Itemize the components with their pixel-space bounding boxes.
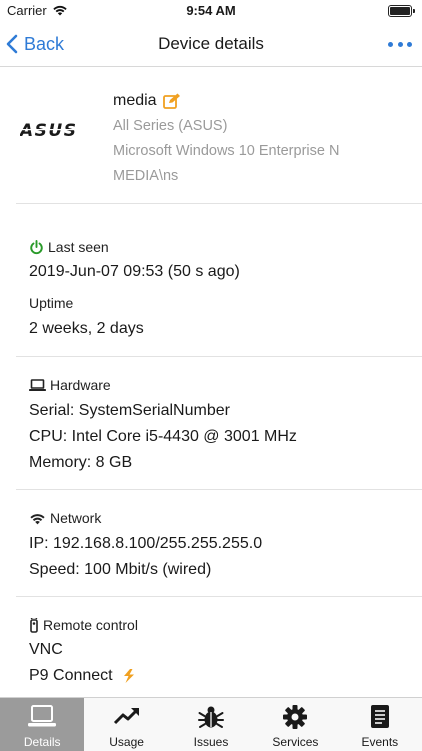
tab-label: Issues — [193, 735, 229, 749]
tab-label: Usage — [109, 735, 144, 749]
device-header: ASUS media All Series (ASUS) Microsoft W… — [0, 66, 422, 203]
dot-icon — [388, 41, 393, 47]
hardware-label: Hardware — [50, 377, 111, 393]
device-name: media — [113, 92, 157, 109]
last-seen-value: 2019-Jun-07 09:53 (50 s ago) — [29, 263, 240, 280]
device-user: MEDIA\ns — [113, 168, 179, 184]
trend-icon — [84, 704, 168, 728]
laptop-icon — [29, 378, 46, 392]
last-seen-label: Last seen — [48, 239, 109, 255]
remote-control-label: Remote control — [43, 617, 138, 633]
tab-events[interactable]: Events — [338, 698, 422, 751]
device-os: Microsoft Windows 10 Enterprise N — [113, 143, 340, 159]
edit-icon[interactable] — [162, 93, 181, 109]
last-seen-section: Last seen — [29, 238, 409, 256]
divider — [16, 356, 422, 357]
uptime-value: 2 weeks, 2 days — [29, 320, 144, 337]
wifi-icon — [29, 512, 46, 525]
asus-logo: ASUS — [18, 121, 92, 143]
tab-label: Events — [361, 735, 399, 749]
hardware-memory: Memory: 8 GB — [29, 454, 133, 471]
divider — [16, 203, 422, 204]
hardware-cpu: CPU: Intel Core i5-4430 @ 3001 MHz — [29, 428, 297, 445]
dot-icon — [397, 41, 403, 47]
remote-p9-connect-label: P9 Connect — [29, 667, 113, 684]
battery-icon — [388, 5, 415, 17]
laptop-icon — [0, 704, 84, 730]
more-options-button[interactable] — [388, 34, 412, 54]
tab-details[interactable]: Details — [0, 698, 85, 751]
hardware-serial: Serial: SystemSerialNumber — [29, 402, 230, 419]
hardware-section: Hardware — [29, 376, 409, 394]
tab-usage[interactable]: Usage — [84, 698, 168, 751]
network-ip: IP: 192.168.8.100/255.255.255.0 — [29, 535, 263, 552]
page-title: Device details — [158, 34, 264, 53]
tab-label: Services — [272, 735, 319, 749]
tab-issues[interactable]: Issues — [169, 698, 253, 751]
tab-label: Details — [23, 735, 61, 749]
dot-icon — [407, 41, 412, 47]
log-icon — [338, 704, 422, 730]
power-icon — [29, 239, 44, 255]
network-speed: Speed: 100 Mbit/s (wired) — [29, 561, 212, 578]
remote-control-section: Remote control — [29, 616, 409, 634]
remote-vnc[interactable]: VNC — [29, 641, 63, 659]
network-section: Network — [29, 509, 409, 527]
clock: 9:54 AM — [186, 3, 236, 18]
tab-services[interactable]: Services — [253, 698, 337, 751]
remote-p9-connect[interactable]: P9 Connect — [29, 667, 136, 685]
divider — [16, 596, 422, 597]
bug-icon — [169, 704, 253, 730]
tab-bar: Details Usage Issues Services Events — [0, 697, 422, 751]
navigation-bar: Back Device details — [0, 22, 422, 67]
network-label: Network — [50, 510, 102, 526]
device-name-row: media — [113, 92, 181, 110]
status-bar: Carrier 9:54 AM — [0, 0, 422, 22]
remote-icon — [29, 617, 39, 633]
lightning-icon — [123, 669, 134, 683]
device-model: All Series (ASUS) — [113, 118, 228, 134]
gear-icon — [253, 704, 337, 730]
divider — [16, 489, 422, 490]
uptime-label: Uptime — [29, 295, 74, 311]
